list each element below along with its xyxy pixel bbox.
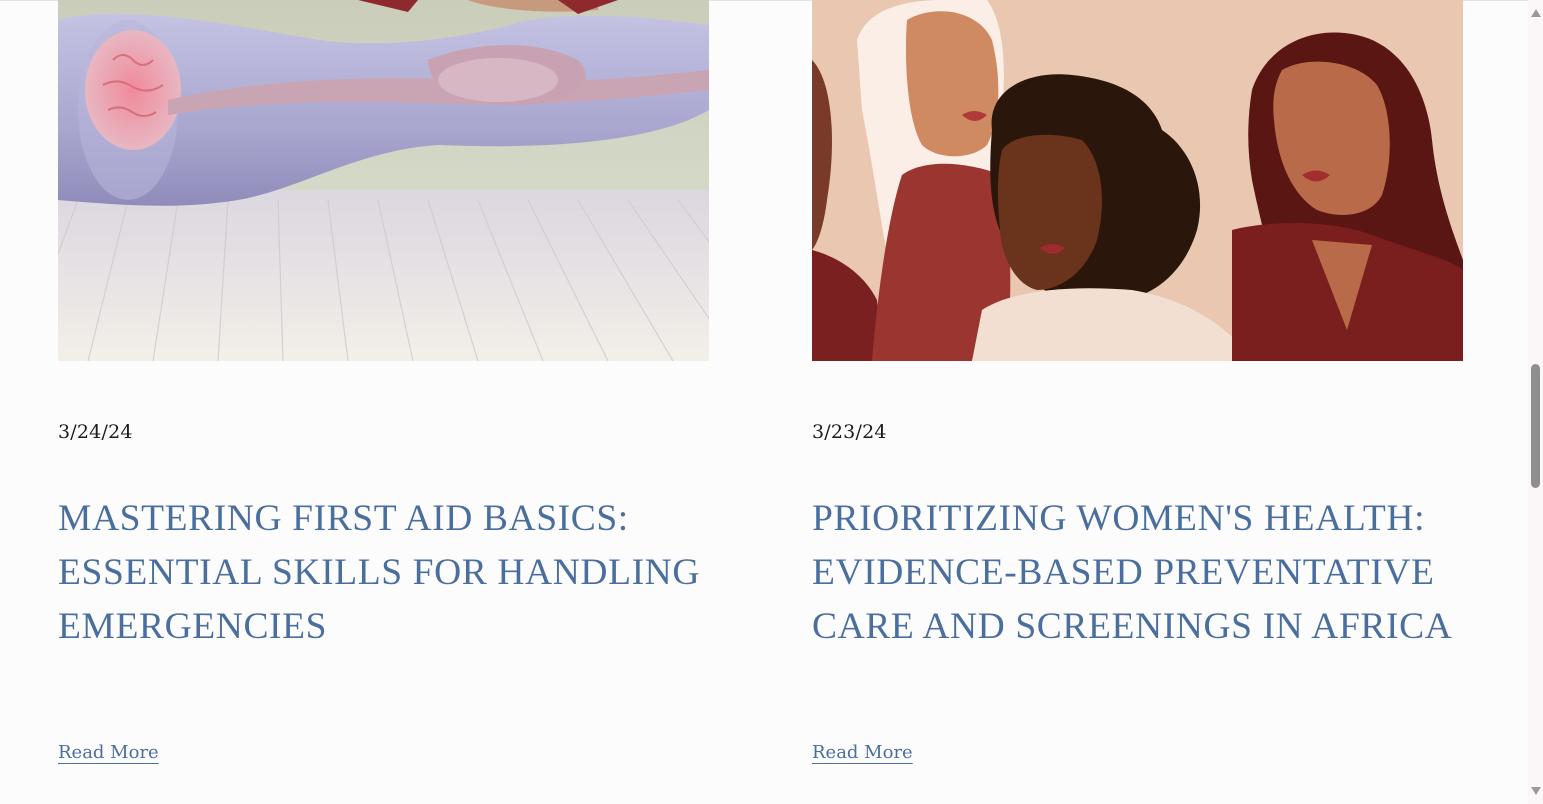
scrollbar-thumb[interactable]	[1531, 364, 1540, 488]
post-title-link[interactable]: Mastering First Aid Basics: Essential Sk…	[58, 492, 709, 654]
vertical-scrollbar[interactable]	[1528, 0, 1543, 804]
post-title-link[interactable]: Prioritizing Women's Health: Evidence-Ba…	[812, 492, 1463, 654]
read-more-link[interactable]: Read More	[812, 742, 913, 763]
read-more-link[interactable]: Read More	[58, 742, 159, 763]
triangle-up-icon[interactable]	[1531, 9, 1541, 17]
post-date: 3/23/24	[812, 421, 887, 443]
blog-post-card: 3/24/24 Mastering First Aid Basics: Esse…	[58, 0, 709, 763]
post-thumbnail-womens-health[interactable]	[812, 0, 1463, 361]
post-date: 3/24/24	[58, 421, 133, 443]
womens-illustration-image	[812, 0, 1463, 361]
cpr-illustration-image	[58, 0, 709, 361]
triangle-down-icon[interactable]	[1531, 787, 1541, 795]
post-thumbnail-first-aid[interactable]	[58, 0, 709, 361]
blog-post-card: 3/23/24 Prioritizing Women's Health: Evi…	[812, 0, 1463, 763]
blog-page: 3/24/24 Mastering First Aid Basics: Esse…	[0, 0, 1543, 804]
